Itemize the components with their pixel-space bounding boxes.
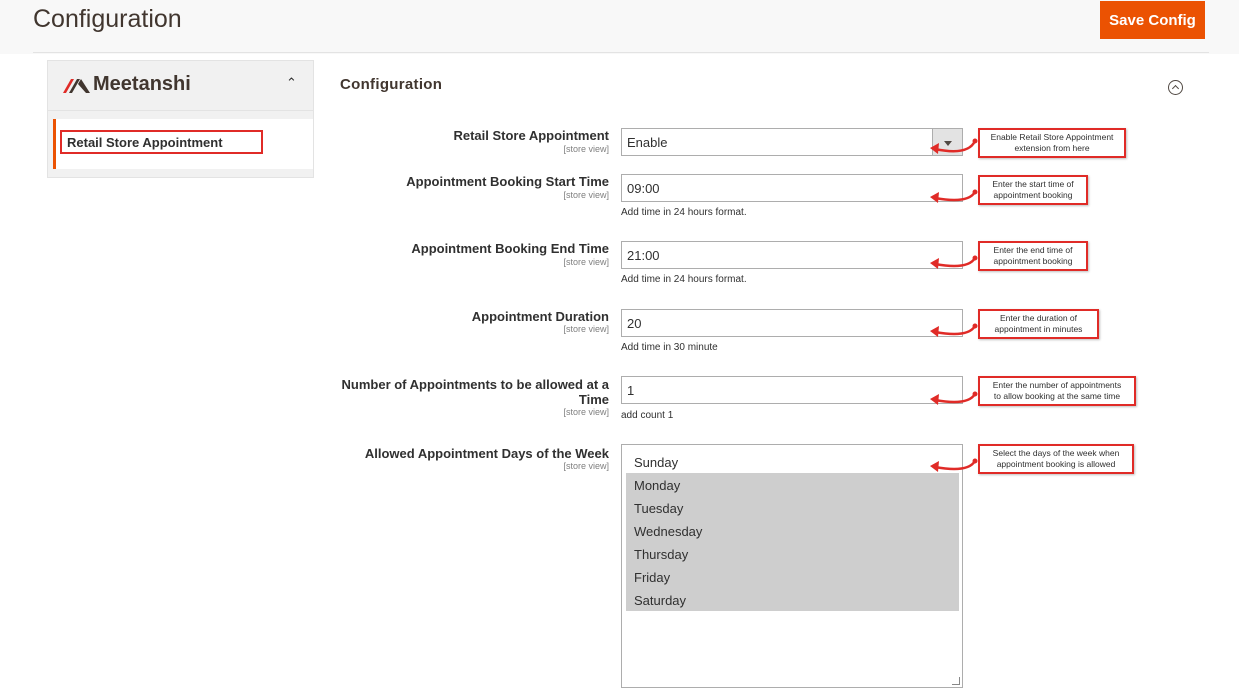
day-option-thursday[interactable]: Thursday [626,542,959,565]
start-time-input[interactable]: 09:00 [621,174,963,202]
arrow-dot-end [972,255,978,261]
end-time-note: Add time in 24 hours format. [621,274,747,285]
scope-label: [store view] [563,461,609,471]
sidebar-tab-meetanshi[interactable]: Meetanshi ⌃ [48,61,313,111]
retail-store-appointment-select[interactable]: Enable [621,128,963,156]
arrow-dot-count [972,391,978,397]
scope-label: [store view] [563,144,609,154]
dropdown-arrow-icon[interactable] [932,129,962,155]
start-time-label: Appointment Booking Start Time [406,174,609,189]
resize-grip-icon[interactable] [952,677,960,685]
appointments-count-label-line1: Number of Appointments to be allowed at … [341,377,609,392]
sidebar-brand-name: Meetanshi [93,73,191,95]
appointments-count-note: add count 1 [621,410,674,421]
day-option-wednesday[interactable]: Wednesday [626,519,959,542]
arrow-dot-days [972,458,978,464]
header-divider [33,52,1209,53]
scope-label: [store view] [563,407,609,417]
day-option-monday[interactable]: Monday [626,473,959,496]
retail-store-appointment-label: Retail Store Appointment [453,128,609,143]
day-option-friday[interactable]: Friday [626,565,959,588]
callout-line: Enter the duration of [999,313,1078,323]
appointments-count-label-line2: Time [578,392,609,407]
callout-line: appointment booking [993,190,1073,200]
meetanshi-logo-icon [63,79,90,93]
duration-note: Add time in 30 minute [621,342,718,353]
arrow-dot-enable [972,138,978,144]
appointments-count-input[interactable]: 1 [621,376,963,404]
callout-line: Enable Retail Store Appointment [990,132,1114,142]
start-time-note: Add time in 24 hours format. [621,207,747,218]
callout-duration: Enter the duration of appointment in min… [978,309,1099,339]
arrow-dot-start [972,189,978,195]
save-config-button[interactable]: Save Config [1100,1,1205,39]
callout-start-time: Enter the start time of appointment book… [978,175,1088,205]
day-option-saturday[interactable]: Saturday [626,588,959,611]
duration-input[interactable]: 20 [621,309,963,337]
end-time-label: Appointment Booking End Time [411,241,609,256]
page-header: Configuration Save Config [0,0,1239,54]
end-time-input[interactable]: 21:00 [621,241,963,269]
scope-label: [store view] [563,257,609,267]
appointments-count-label: Number of Appointments to be allowed at … [329,377,609,407]
callout-count: Enter the number of appointments to allo… [978,376,1136,406]
allowed-days-multiselect[interactable]: Sunday Monday Tuesday Wednesday Thursday… [621,444,963,688]
arrow-dot-duration [972,323,978,329]
collapse-circle-icon[interactable] [1168,80,1183,95]
chevron-up-icon[interactable]: ⌃ [286,75,297,91]
callout-line: Enter the end time of [993,245,1073,255]
callout-end-time: Enter the end time of appointment bookin… [978,241,1088,271]
callout-line: Enter the start time of [992,179,1074,189]
day-option-sunday[interactable]: Sunday [626,450,959,473]
callout-line: appointment in minutes [994,324,1083,334]
callout-enable: Enable Retail Store Appointment extensio… [978,128,1126,158]
callout-line: appointment booking [993,256,1073,266]
scope-label: [store view] [563,190,609,200]
sidebar-item-label: Retail Store Appointment [60,130,263,154]
callout-line: to allow booking at the same time [993,391,1121,401]
callout-line: Enter the number of appointments [992,380,1122,390]
duration-label: Appointment Duration [471,309,609,324]
scope-label: [store view] [563,324,609,334]
callout-line: extension from here [1014,143,1090,153]
section-title[interactable]: Configuration [340,76,442,93]
config-sidebar: Meetanshi ⌃ Retail Store Appointment [47,60,314,178]
select-value: Enable [627,135,668,150]
callout-line: appointment booking is allowed [996,459,1116,469]
sidebar-item-retail-store-appointment[interactable]: Retail Store Appointment [53,119,313,169]
page-title: Configuration [33,5,182,33]
day-option-tuesday[interactable]: Tuesday [626,496,959,519]
allowed-days-label: Allowed Appointment Days of the Week [364,446,609,461]
callout-line: Select the days of the week when [992,448,1120,458]
callout-days: Select the days of the week when appoint… [978,444,1134,474]
